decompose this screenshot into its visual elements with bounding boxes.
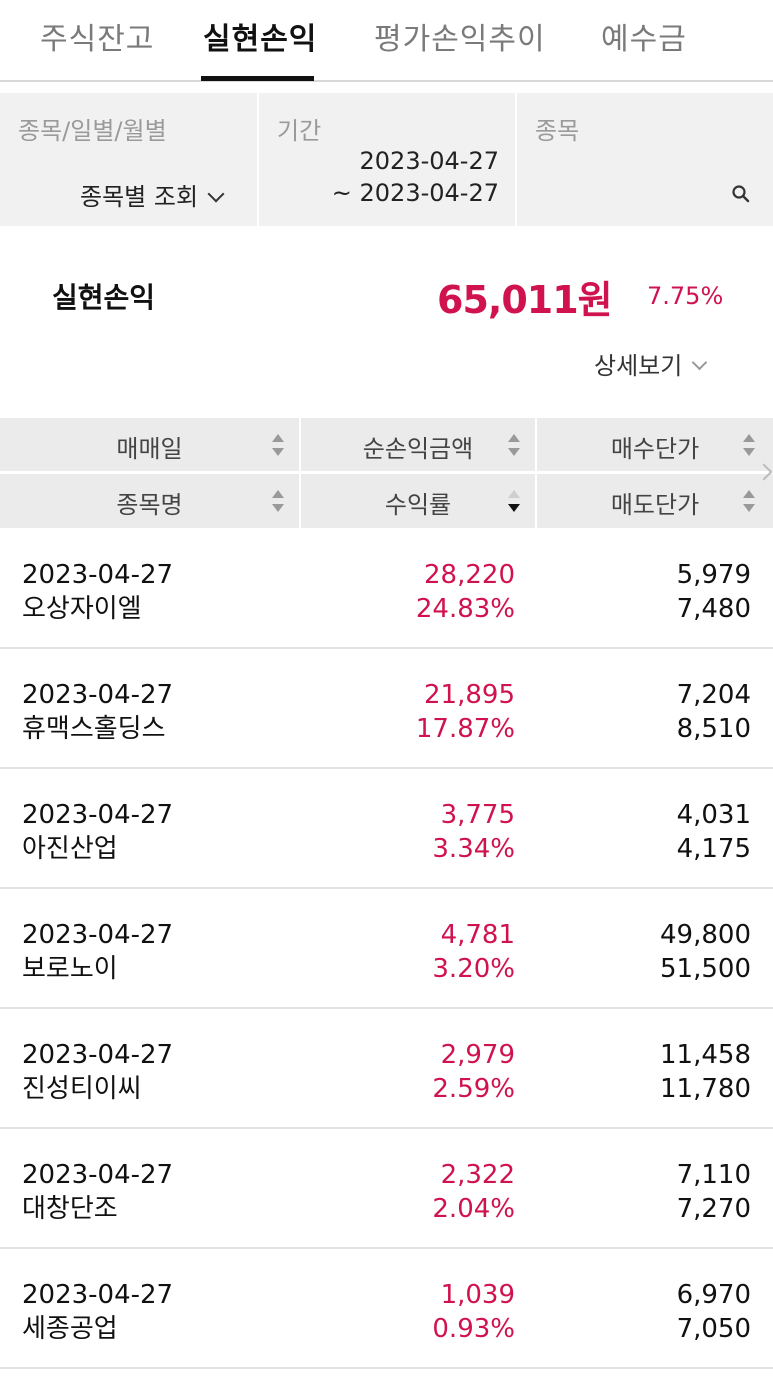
row-buy-price: 11,458: [660, 1040, 751, 1070]
row-return-rate: 3.20%: [432, 954, 515, 984]
row-stock-name: 진성티이씨: [22, 1074, 142, 1104]
row-net-profit: 21,895: [424, 680, 515, 710]
row-stock-name: 보로노이: [22, 954, 118, 984]
row-return-rate: 17.87%: [415, 714, 515, 744]
header-return-rate[interactable]: 수익률: [301, 474, 535, 527]
filter-type-select[interactable]: 종목별 조회: [80, 177, 225, 212]
row-date: 2023-04-27: [22, 1160, 174, 1190]
row-buy-price: 6,970: [676, 1280, 751, 1310]
row-date: 2023-04-27: [22, 920, 174, 950]
tab-bar: 주식잔고 실현손익 평가손익추이 예수금: [0, 0, 773, 82]
row-sell-price: 8,510: [676, 714, 751, 744]
row-stock-name: 오상자이엘: [22, 594, 142, 624]
divider: [0, 471, 773, 474]
active-tab-indicator: [201, 76, 314, 81]
header-stock-name-label: 종목명: [116, 491, 183, 519]
table-row[interactable]: 2023-04-27 아진산업 3,775 3.34% 4,031 4,175: [0, 769, 773, 889]
row-sell-price: 4,175: [676, 834, 751, 864]
sort-icon: [508, 434, 520, 456]
table-header: 매매일 순손익금액 매수단가 종목명 수익률 매도단가: [0, 418, 773, 528]
filter-type-label: 종목/일별/월별: [18, 117, 167, 145]
header-buy-price-label: 매수단가: [610, 435, 700, 463]
header-trade-date-label: 매매일: [116, 435, 183, 463]
table-row[interactable]: 2023-04-27 보로노이 4,781 3.20% 49,800 51,50…: [0, 889, 773, 1009]
filter-panel: 종목/일별/월별 종목별 조회 기간 2023-04-27 ~ 2023-04-…: [0, 93, 773, 226]
tab-realized-profit[interactable]: 실현손익: [203, 14, 317, 58]
sort-icon: [743, 434, 755, 456]
filter-stock[interactable]: 종목: [515, 93, 773, 226]
row-return-rate: 24.83%: [415, 594, 515, 624]
realized-profit-amount: 65,011원: [437, 278, 613, 322]
filter-stock-label: 종목: [535, 117, 580, 145]
tab-stock-balance[interactable]: 주식잔고: [40, 14, 154, 58]
sort-icon: [272, 490, 284, 512]
row-stock-name: 휴맥스홀딩스: [22, 714, 166, 744]
row-sell-price: 7,270: [676, 1194, 751, 1224]
row-stock-name: 세종공업: [22, 1314, 118, 1344]
header-trade-date[interactable]: 매매일: [0, 418, 299, 471]
header-net-profit[interactable]: 순손익금액: [301, 418, 535, 471]
row-stock-name: 아진산업: [22, 834, 118, 864]
period-start: 2023-04-27: [359, 147, 499, 175]
filter-period[interactable]: 기간 2023-04-27 ~ 2023-04-27: [257, 93, 515, 226]
row-return-rate: 3.34%: [432, 834, 515, 864]
table-row[interactable]: 2023-04-27 세종공업 1,039 0.93% 6,970 7,050: [0, 1249, 773, 1369]
row-sell-price: 11,780: [660, 1074, 751, 1104]
row-net-profit: 2,979: [440, 1040, 515, 1070]
row-sell-price: 7,050: [676, 1314, 751, 1344]
detail-view-label: 상세보기: [594, 352, 683, 380]
row-net-profit: 3,775: [440, 800, 515, 830]
row-buy-price: 49,800: [660, 920, 751, 950]
chevron-down-icon: [207, 185, 225, 203]
tab-valuation-trend[interactable]: 평가손익추이: [374, 14, 546, 58]
table-row[interactable]: 2023-04-27 오상자이엘 28,220 24.83% 5,979 7,4…: [0, 529, 773, 649]
header-stock-name[interactable]: 종목명: [0, 474, 299, 527]
header-sell-price-label: 매도단가: [610, 491, 700, 519]
detail-view-button[interactable]: 상세보기: [594, 346, 708, 381]
row-net-profit: 2,322: [440, 1160, 515, 1190]
realized-profit-title: 실현손익: [52, 281, 156, 314]
row-sell-price: 7,480: [676, 594, 751, 624]
header-buy-price[interactable]: 매수단가: [537, 418, 773, 471]
sort-descending-icon: [508, 490, 520, 512]
filter-type-value: 종목별 조회: [80, 183, 199, 211]
row-net-profit: 4,781: [440, 920, 515, 950]
row-buy-price: 7,204: [676, 680, 751, 710]
row-net-profit: 1,039: [440, 1280, 515, 1310]
row-return-rate: 2.04%: [432, 1194, 515, 1224]
row-net-profit: 28,220: [424, 560, 515, 590]
header-return-rate-label: 수익률: [384, 491, 452, 519]
filter-period-label: 기간: [277, 117, 322, 145]
chevron-down-icon: [692, 354, 708, 371]
period-end: ~ 2023-04-27: [331, 179, 499, 207]
row-date: 2023-04-27: [22, 1040, 174, 1070]
filter-type[interactable]: 종목/일별/월별 종목별 조회: [0, 93, 257, 226]
table-row[interactable]: 2023-04-27 휴맥스홀딩스 21,895 17.87% 7,204 8,…: [0, 649, 773, 769]
tab-deposit[interactable]: 예수금: [601, 14, 687, 58]
row-buy-price: 7,110: [676, 1160, 751, 1190]
row-buy-price: 4,031: [676, 800, 751, 830]
row-date: 2023-04-27: [22, 800, 174, 830]
row-stock-name: 대창단조: [22, 1194, 118, 1224]
row-sell-price: 51,500: [660, 954, 751, 984]
realized-profit-rate: 7.75%: [647, 282, 724, 310]
row-date: 2023-04-27: [22, 560, 174, 590]
sort-icon: [272, 434, 284, 456]
header-net-profit-label: 순손익금액: [362, 435, 474, 463]
table-row[interactable]: 2023-04-27 진성티이씨 2,979 2.59% 11,458 11,7…: [0, 1009, 773, 1129]
sort-icon: [743, 490, 755, 512]
row-date: 2023-04-27: [22, 1280, 174, 1310]
row-return-rate: 2.59%: [432, 1074, 515, 1104]
table-row[interactable]: 2023-04-27 대창단조 2,322 2.04% 7,110 7,270: [0, 1129, 773, 1249]
row-buy-price: 5,979: [676, 560, 751, 590]
search-icon[interactable]: [731, 184, 751, 204]
row-date: 2023-04-27: [22, 680, 174, 710]
row-return-rate: 0.93%: [432, 1314, 515, 1344]
header-sell-price[interactable]: 매도단가: [537, 474, 773, 527]
